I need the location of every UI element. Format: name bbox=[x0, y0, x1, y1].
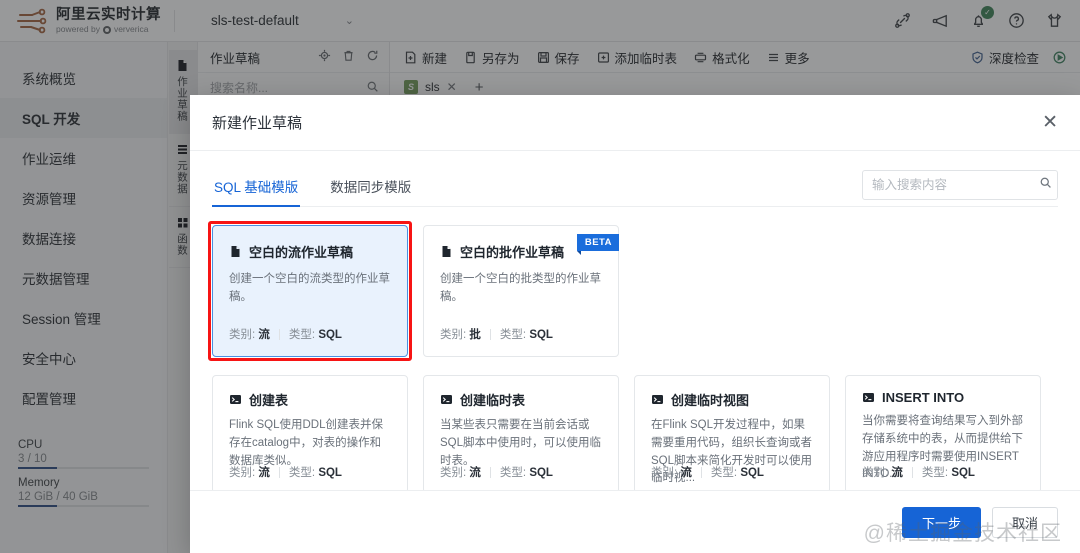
divider bbox=[489, 466, 491, 478]
card-category-value: 流 bbox=[891, 467, 903, 479]
search-icon[interactable] bbox=[1039, 176, 1052, 194]
card-category-value: 流 bbox=[680, 467, 692, 479]
card-title-row: 创建临时视图 bbox=[651, 390, 813, 409]
dialog-tabs: SQL 基础模版 数据同步模版 bbox=[212, 165, 1058, 207]
template-card-create-temp-table[interactable]: 创建临时表 当某些表只需要在当前会话或SQL脚本中使用时，可以使用临时表。 类别… bbox=[423, 375, 619, 490]
template-cards-row-2: 创建表 Flink SQL使用DDL创建表并保存在catalog中，对表的操作和… bbox=[212, 375, 1058, 490]
card-category-value: 批 bbox=[469, 329, 481, 341]
card-title: INSERT INTO bbox=[882, 390, 965, 405]
template-cards-row-1: 空白的流作业草稿 创建一个空白的流类型的作业草稿。 类别: 流 类型: SQL bbox=[208, 221, 1058, 361]
card-category-value: 流 bbox=[469, 467, 481, 479]
new-job-draft-dialog: 新建作业草稿 ✕ SQL 基础模版 数据同步模版 输入搜索内容 空白的流作业草稿… bbox=[190, 95, 1080, 553]
card-meta: 类别: 流 类型: SQL bbox=[440, 464, 553, 480]
card-type-value: SQL bbox=[529, 329, 553, 341]
dialog-header: 新建作业草稿 ✕ bbox=[190, 95, 1080, 151]
card-title: 创建临时视图 bbox=[671, 393, 750, 408]
tab-data-sync-template[interactable]: 数据同步模版 bbox=[328, 176, 413, 206]
card-category-value: 流 bbox=[258, 329, 270, 341]
close-icon[interactable]: ✕ bbox=[1042, 113, 1058, 132]
card-type-label: 类型: SQL bbox=[499, 467, 553, 479]
card-title: 创建表 bbox=[249, 393, 289, 408]
template-card-create-table[interactable]: 创建表 Flink SQL使用DDL创建表并保存在catalog中，对表的操作和… bbox=[212, 375, 408, 490]
card-type-value: SQL bbox=[951, 467, 975, 479]
tab-sql-basic-template[interactable]: SQL 基础模版 bbox=[212, 176, 301, 207]
file-icon bbox=[440, 245, 453, 258]
card-title: 创建临时表 bbox=[460, 393, 526, 408]
card-title-row: INSERT INTO bbox=[862, 390, 1024, 405]
tab-label: SQL 基础模版 bbox=[214, 180, 299, 195]
template-search-box[interactable] bbox=[862, 170, 1058, 200]
card-title: 空白的批作业草稿 bbox=[460, 245, 565, 260]
card-title-row: 空白的流作业草稿 bbox=[229, 242, 391, 261]
beta-badge: BETA bbox=[576, 234, 619, 255]
dialog-body: SQL 基础模版 数据同步模版 空白的流作业草稿 bbox=[190, 151, 1080, 490]
card-type-label: 类型: SQL bbox=[710, 467, 764, 479]
dialog-footer: 下一步 取消 bbox=[190, 490, 1080, 553]
card-description: Flink SQL使用DDL创建表并保存在catalog中，对表的操作和数据库类… bbox=[229, 419, 383, 467]
card-title-row: 创建临时表 bbox=[440, 390, 602, 409]
card-type-label: 类型: SQL bbox=[499, 329, 553, 341]
card-description: 创建一个空白的批类型的作业草稿。 bbox=[440, 273, 601, 303]
card-category-label: 类别: 流 bbox=[651, 467, 692, 479]
card-category-label: 类别: 流 bbox=[862, 467, 903, 479]
next-step-button[interactable]: 下一步 bbox=[901, 506, 981, 538]
file-icon bbox=[229, 245, 242, 258]
divider bbox=[278, 466, 280, 478]
dialog-title: 新建作业草稿 bbox=[212, 115, 303, 132]
divider bbox=[700, 466, 702, 478]
terminal-icon bbox=[862, 391, 875, 404]
card-type-value: SQL bbox=[740, 467, 764, 479]
template-card-create-temp-view[interactable]: 创建临时视图 在Flink SQL开发过程中，如果需要重用代码，组织长查询或者S… bbox=[634, 375, 830, 490]
card-category-value: 流 bbox=[258, 467, 270, 479]
template-card-blank-stream-draft[interactable]: 空白的流作业草稿 创建一个空白的流类型的作业草稿。 类别: 流 类型: SQL bbox=[208, 221, 412, 361]
divider bbox=[278, 328, 280, 340]
terminal-icon bbox=[440, 393, 453, 406]
terminal-icon bbox=[229, 393, 242, 406]
divider bbox=[489, 328, 491, 340]
card-title-row: 创建表 bbox=[229, 390, 391, 409]
terminal-icon bbox=[651, 393, 664, 406]
divider bbox=[911, 466, 913, 478]
card-category-label: 类别: 流 bbox=[229, 467, 270, 479]
card-meta: 类别: 流 类型: SQL bbox=[229, 464, 342, 480]
tab-label: 数据同步模版 bbox=[330, 180, 412, 195]
card-meta: 类别: 流 类型: SQL bbox=[862, 464, 975, 480]
card-meta: 类别: 流 类型: SQL bbox=[651, 464, 764, 480]
card-type-value: SQL bbox=[318, 329, 342, 341]
template-card-insert-into[interactable]: INSERT INTO 当你需要将查询结果写入到外部存储系统中的表，从而提供给下… bbox=[845, 375, 1041, 490]
card-description: 当某些表只需要在当前会话或SQL脚本中使用时，可以使用临时表。 bbox=[440, 419, 602, 467]
card-title: 空白的流作业草稿 bbox=[249, 245, 354, 260]
card-type-label: 类型: SQL bbox=[921, 467, 975, 479]
card-type-value: SQL bbox=[318, 467, 342, 479]
card-type-label: 类型: SQL bbox=[288, 467, 342, 479]
card-meta: 类别: 流 类型: SQL bbox=[229, 326, 342, 342]
template-search-input[interactable] bbox=[872, 178, 1033, 192]
card-category-label: 类别: 流 bbox=[229, 329, 270, 341]
cancel-button[interactable]: 取消 bbox=[991, 506, 1058, 538]
card-type-value: SQL bbox=[529, 467, 553, 479]
card-category-label: 类别: 批 bbox=[440, 329, 481, 341]
card-category-label: 类别: 流 bbox=[440, 467, 481, 479]
card-description: 创建一个空白的流类型的作业草稿。 bbox=[229, 273, 390, 303]
card-meta: 类别: 批 类型: SQL bbox=[440, 326, 553, 342]
card-type-label: 类型: SQL bbox=[288, 329, 342, 341]
template-card-blank-batch-draft[interactable]: BETA 空白的批作业草稿 创建一个空白的批类型的作业草稿。 类别: 批 类型: bbox=[423, 225, 619, 357]
